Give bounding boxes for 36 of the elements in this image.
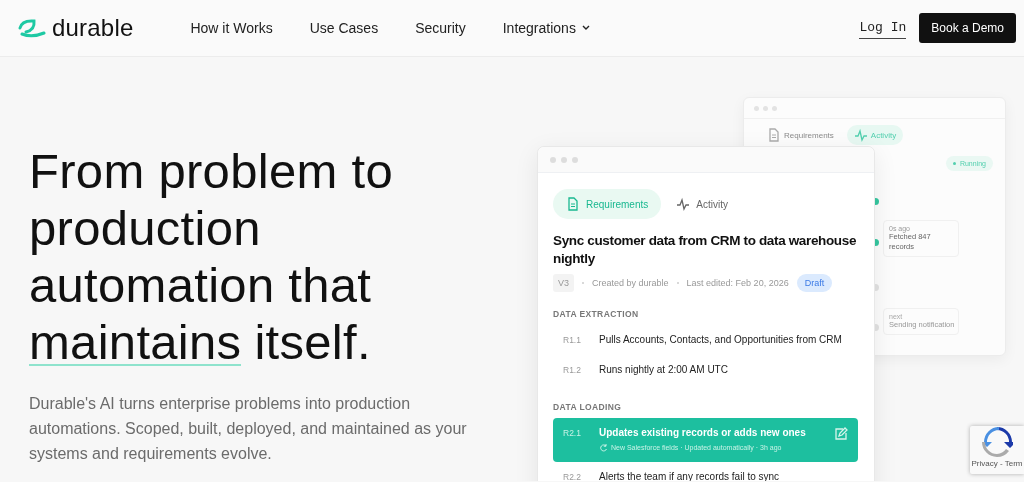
section-heading: DATA EXTRACTION: [553, 309, 640, 319]
pulse-icon: [853, 128, 868, 142]
automation-title: Sync customer data from CRM to data warehouse nightly: [553, 232, 858, 268]
document-icon: [566, 197, 580, 211]
nav-link[interactable]: Integrations: [502, 20, 590, 36]
edited-date: Last edited: Feb 20, 2026: [686, 278, 789, 288]
login-link[interactable]: Log In: [859, 17, 907, 39]
requirement-row[interactable]: R1.1 Pulls Accounts, Contacts, and Opportunities from CRM: [553, 325, 858, 355]
book-demo-button[interactable]: Book a Demo: [919, 13, 1016, 43]
hero-heading: From problem to production automation that maintains itself.: [29, 143, 394, 371]
requirement-id: R1.1: [563, 334, 582, 345]
requirement-id: R1.2: [563, 364, 582, 375]
status-badge: Draft: [796, 274, 833, 292]
recaptcha-icon: [981, 426, 1013, 458]
pulse-icon: [676, 197, 691, 211]
requirement-text: Updates existing records or adds new ones: [599, 427, 807, 438]
logo-icon: [18, 18, 46, 38]
tab[interactable]: Activity: [663, 189, 741, 219]
document-icon: [767, 128, 781, 142]
hero-subtitle: Durable's AI turns enterprise problems into production automations. Scoped, built, deployed, and maintained as your systems and requirements evolve.: [29, 394, 468, 464]
nav-link[interactable]: How it Works: [190, 20, 273, 36]
nav-link[interactable]: Security: [415, 20, 466, 36]
privacy-terms-link[interactable]: Privacy - Term: [971, 459, 1023, 468]
requirement-text: Runs nightly at 2:00 AM UTC: [599, 364, 729, 375]
refresh-icon: [599, 443, 608, 452]
nav-link[interactable]: Use Cases: [309, 20, 379, 36]
logo-wordmark[interactable]: durable: [52, 14, 134, 42]
requirement-text: Pulls Accounts, Contacts, and Opportunities from CRM: [599, 334, 843, 345]
requirement-row[interactable]: R1.2 Runs nightly at 2:00 AM UTC: [553, 355, 858, 385]
tab[interactable]: Requirements: [760, 125, 841, 145]
section-heading: DATA LOADING: [553, 402, 623, 412]
requirement-id: R2.1: [563, 427, 582, 438]
requirement-id: R2.2: [563, 471, 582, 481]
version-tag: V3: [553, 274, 574, 292]
author-text: Created by durable: [592, 278, 669, 288]
edit-icon[interactable]: [833, 427, 848, 441]
